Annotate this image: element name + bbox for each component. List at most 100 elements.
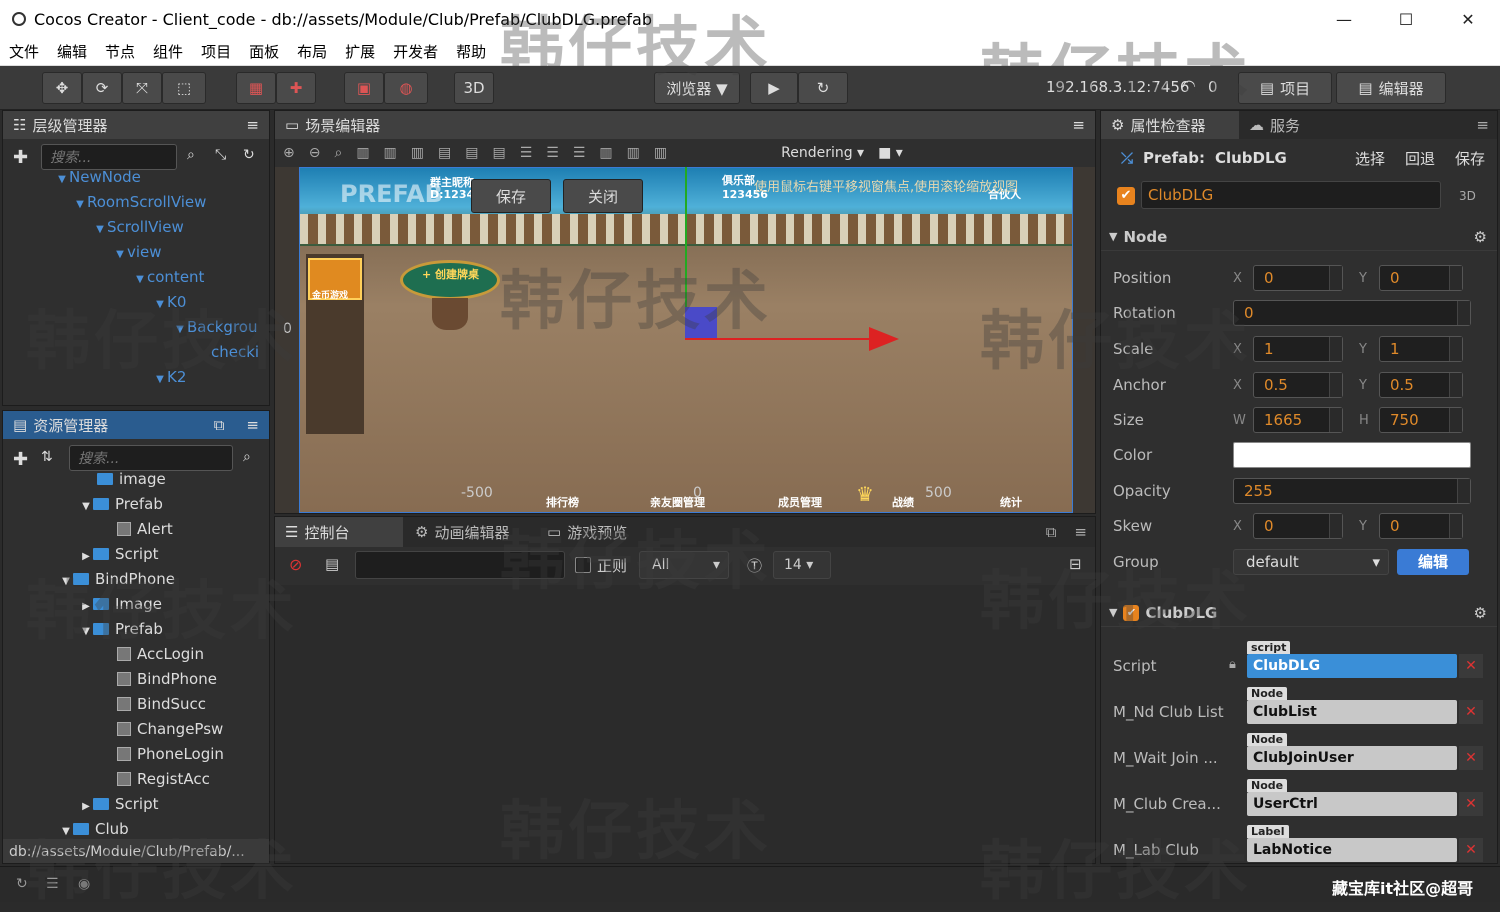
popout-icon[interactable]: ⧉	[1046, 523, 1057, 541]
distribute-icon[interactable]: ▥	[627, 145, 640, 161]
scene-viewport[interactable]: 金币游戏 + 创建牌桌 PREFAB 群主昵称 D:12345 俱乐部 1234…	[275, 167, 1095, 513]
rotate-tool-button[interactable]: ⟳	[82, 72, 122, 104]
menu-help[interactable]: 帮助	[447, 41, 495, 62]
menu-icon[interactable]: ≡	[246, 416, 259, 434]
tab-animation[interactable]: ⚙ 动画编辑器	[403, 517, 535, 547]
play-button[interactable]: ▶	[750, 72, 798, 104]
club-list-field[interactable]: ClubList	[1247, 700, 1457, 724]
group-select[interactable]: default ▾	[1233, 549, 1389, 575]
align-bottom-icon[interactable]: ▤	[492, 145, 505, 161]
align-center-icon[interactable]: ▥	[384, 145, 397, 161]
size-w-input[interactable]: 1665	[1253, 407, 1343, 433]
scale-tool-button[interactable]: ⤧	[122, 72, 162, 104]
asset-prefab[interactable]: ChangePsw	[3, 717, 265, 742]
maximize-button[interactable]: ☐	[1378, 0, 1434, 38]
snap-button[interactable]: ▣	[344, 72, 384, 104]
distribute-icon[interactable]: ▥	[599, 145, 612, 161]
asset-prefab[interactable]: BindPhone	[3, 667, 265, 692]
skew-y-input[interactable]: 0	[1379, 513, 1463, 539]
position-x-input[interactable]: 0	[1253, 265, 1343, 291]
mode-3d-label[interactable]: 3D	[1459, 189, 1476, 203]
hierarchy-tab[interactable]: ☷ 层级管理器 ≡	[3, 111, 269, 139]
opacity-input[interactable]: 255	[1233, 478, 1471, 504]
camera-icon[interactable]: ■ ▾	[878, 145, 903, 161]
gizmo-button[interactable]: ◍	[384, 72, 428, 104]
menu-layout[interactable]: 布局	[288, 41, 336, 62]
script-field[interactable]: ClubDLG	[1247, 654, 1457, 678]
menu-node[interactable]: 节点	[96, 41, 144, 62]
tree-item[interactable]: checki	[3, 340, 265, 365]
minimize-button[interactable]: —	[1316, 0, 1372, 38]
tree-item[interactable]: ▼ K2	[3, 365, 265, 390]
refresh-button[interactable]: ↻	[798, 72, 848, 104]
tree-item[interactable]: ▼ Backgrou	[3, 315, 265, 340]
browser-select[interactable]: 浏览器 ▼	[654, 72, 740, 104]
wait-join-field[interactable]: ClubJoinUser	[1247, 746, 1457, 770]
rotation-input[interactable]: 0	[1233, 300, 1471, 326]
asset-folder[interactable]: ▶ Script	[3, 542, 265, 567]
remove-field-button[interactable]: ✕	[1459, 838, 1483, 862]
asset-folder[interactable]: ▼ BindPhone	[3, 567, 265, 592]
menu-component[interactable]: 组件	[144, 41, 192, 62]
clear-console-icon[interactable]: ⊘	[289, 555, 302, 574]
console-filter-input[interactable]	[355, 551, 565, 579]
prefab-revert-button[interactable]: 回退	[1405, 148, 1435, 169]
anchor-y-input[interactable]: 0.5	[1379, 372, 1463, 398]
remove-field-button[interactable]: ✕	[1459, 654, 1483, 678]
distribute-icon[interactable]: ▥	[654, 145, 667, 161]
tree-item[interactable]: ▼ K0	[3, 290, 265, 315]
tab-console[interactable]: ☰ 控制台	[275, 517, 403, 547]
zoom-out-icon[interactable]: ⊖	[309, 145, 321, 161]
menu-developer[interactable]: 开发者	[384, 41, 447, 62]
distribute-icon[interactable]: ☰	[546, 145, 559, 161]
asset-prefab[interactable]: BindSucc	[3, 692, 265, 717]
menu-icon[interactable]: ≡	[246, 116, 259, 134]
position-y-input[interactable]: 0	[1379, 265, 1463, 291]
log-level-select[interactable]: All ▾	[639, 551, 729, 579]
sort-icon[interactable]: ⇅	[41, 449, 53, 465]
zoom-in-icon[interactable]: ⊕	[283, 145, 295, 161]
size-h-input[interactable]: 750	[1379, 407, 1463, 433]
tab-services[interactable]: ☁ 服务	[1239, 111, 1349, 139]
remove-field-button[interactable]: ✕	[1459, 700, 1483, 724]
menu-icon[interactable]: ≡	[1072, 116, 1085, 134]
open-project-button[interactable]: ▤ 项目	[1238, 72, 1332, 104]
search-icon[interactable]: ⌕	[187, 147, 195, 163]
local-toggle-button[interactable]: ✚	[276, 72, 316, 104]
component-enabled-checkbox[interactable]: ✔	[1123, 604, 1140, 621]
scale-y-input[interactable]: 1	[1379, 336, 1463, 362]
database-icon[interactable]: ☰	[46, 876, 59, 892]
menu-extension[interactable]: 扩展	[336, 41, 384, 62]
align-top-icon[interactable]: ▤	[438, 145, 451, 161]
node-active-checkbox[interactable]: ✔	[1117, 187, 1135, 205]
distribute-icon[interactable]: ☰	[520, 145, 533, 161]
align-right-icon[interactable]: ▥	[411, 145, 424, 161]
rect-tool-button[interactable]: ⬚	[162, 72, 206, 104]
remove-field-button[interactable]: ✕	[1459, 746, 1483, 770]
menu-panel[interactable]: 面板	[240, 41, 288, 62]
mode-3d-button[interactable]: 3D	[454, 72, 494, 104]
open-editor-button[interactable]: ▤ 编辑器	[1336, 72, 1446, 104]
asset-folder[interactable]: ▼ Prefab	[3, 617, 265, 642]
menu-edit[interactable]: 编辑	[48, 41, 96, 62]
node-name-input[interactable]: ClubDLG	[1141, 181, 1441, 209]
pivot-toggle-button[interactable]: ▦	[236, 72, 276, 104]
asset-prefab[interactable]: RegistAcc	[3, 767, 265, 792]
close-window-button[interactable]: ✕	[1440, 0, 1496, 38]
collapse-log-icon[interactable]: ⊟	[1069, 555, 1082, 573]
prefab-save-button[interactable]: 保存	[471, 179, 551, 213]
club-create-field[interactable]: UserCtrl	[1247, 792, 1457, 816]
tree-item[interactable]: ▼ RoomScrollView	[3, 190, 265, 215]
collapse-icon[interactable]: ⤡	[215, 147, 226, 163]
move-tool-button[interactable]: ✥	[42, 72, 82, 104]
assets-tab[interactable]: ▤ 资源管理器 ⧉ ≡	[3, 411, 269, 439]
menu-icon[interactable]: ≡	[1476, 116, 1489, 134]
distribute-icon[interactable]: ☰	[573, 145, 586, 161]
scene-tab[interactable]: ▭ 场景编辑器 ≡	[275, 111, 1095, 139]
tree-item[interactable]: ▼ ScrollView	[3, 215, 265, 240]
group-edit-button[interactable]: 编辑	[1397, 549, 1469, 575]
refresh-icon[interactable]: ↻	[16, 876, 28, 892]
regex-checkbox[interactable]	[575, 557, 591, 573]
refresh-icon[interactable]: ↻	[243, 147, 255, 163]
font-size-select[interactable]: 14 ▾	[773, 551, 831, 579]
